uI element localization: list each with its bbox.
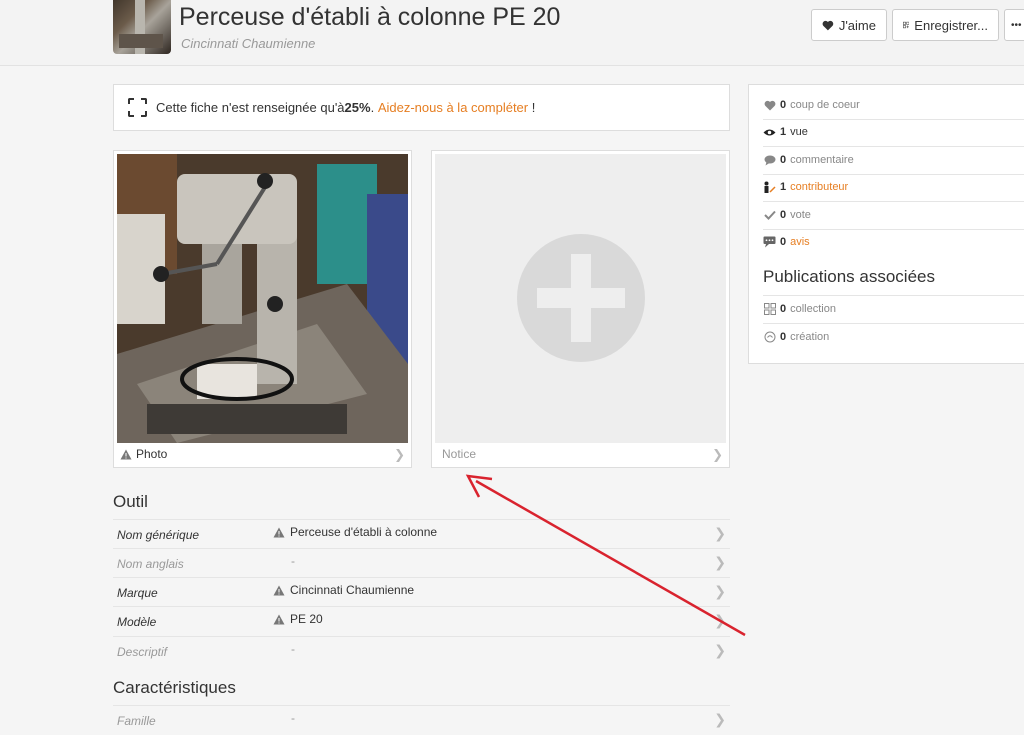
row-value-text: Cincinnati Chaumienne: [290, 583, 415, 597]
completion-banner: Cette fiche n'est renseignée qu'à 25% . …: [113, 84, 730, 131]
row-value-text: -: [291, 711, 295, 725]
notice-caption-label: Notice: [442, 447, 477, 461]
row-label: Modèle: [117, 615, 157, 629]
banner-percent: 25%: [344, 100, 371, 115]
row-label: Famille: [117, 714, 156, 728]
stat-count: 1: [780, 126, 787, 138]
warning-icon: [273, 527, 285, 537]
heart-icon: [763, 99, 776, 111]
incomplete-icon: [128, 98, 147, 117]
photo-caption[interactable]: Photo ❯: [120, 447, 405, 462]
stat-collection[interactable]: 0 collection: [763, 303, 836, 315]
photo-caption-label: Photo: [136, 447, 168, 461]
complete-link[interactable]: Aidez-nous à la compléter: [378, 100, 528, 115]
row-value-text: PE 20: [290, 612, 323, 626]
row-famille[interactable]: Famille - ❯: [113, 705, 730, 734]
more-button[interactable]: •••: [1004, 9, 1024, 41]
drill-press-image: [117, 154, 408, 443]
row-nom-anglais[interactable]: Nom anglais - ❯: [113, 548, 730, 577]
save-grid-icon: [903, 21, 910, 29]
row-value: PE 20: [273, 612, 323, 626]
add-notice-icon: [517, 234, 645, 362]
stat-count: 0: [780, 236, 787, 248]
heart-icon: [822, 20, 834, 30]
brand-subtitle[interactable]: Cincinnati Chaumienne: [181, 36, 315, 51]
banner-end: !: [528, 100, 536, 115]
warning-icon: [273, 614, 285, 624]
notice-caption[interactable]: Notice ❯: [442, 447, 723, 462]
stat-count: 0: [780, 99, 787, 111]
section-title-caracteristiques: Caractéristiques: [113, 678, 236, 697]
check-icon: [763, 209, 776, 221]
row-value-text: Perceuse d'établi à colonne: [290, 525, 438, 539]
chevron-right-icon[interactable]: ❯: [714, 711, 726, 728]
eye-icon: [763, 126, 776, 138]
stat-label: collection: [790, 303, 836, 315]
photo-card[interactable]: Photo ❯: [113, 150, 412, 468]
stat-vote[interactable]: 0 vote: [763, 209, 811, 221]
publications-title: Publications associées: [763, 267, 935, 286]
stat-label: vue: [790, 126, 808, 138]
review-icon: [763, 236, 776, 248]
page-title: Perceuse d'établi à colonne PE 20: [179, 3, 561, 31]
stat-label: création: [790, 331, 830, 343]
stat-count: 0: [780, 331, 787, 343]
stat-count: 0: [780, 209, 787, 221]
row-modele[interactable]: Modèle PE 20 ❯: [113, 606, 730, 635]
notice-placeholder[interactable]: [435, 154, 726, 443]
stat-label: avis: [790, 236, 810, 248]
chevron-right-icon[interactable]: ❯: [714, 612, 726, 629]
stat-avis[interactable]: 0 avis: [763, 236, 810, 248]
stat-commentaire[interactable]: 0 commentaire: [763, 154, 854, 166]
row-label: Nom générique: [117, 528, 200, 542]
stat-vue[interactable]: 1 vue: [763, 126, 808, 138]
stat-creation[interactable]: 0 création: [763, 331, 829, 343]
stat-label: commentaire: [790, 154, 854, 166]
chevron-right-icon[interactable]: ❯: [714, 525, 726, 542]
warning-icon: [120, 449, 132, 459]
row-label: Descriptif: [117, 645, 168, 659]
chevron-right-icon[interactable]: ❯: [714, 554, 726, 571]
row-value: Cincinnati Chaumienne: [273, 583, 414, 597]
chevron-right-icon[interactable]: ❯: [714, 583, 726, 600]
stat-coup-de-coeur[interactable]: 0 coup de coeur: [763, 99, 860, 111]
like-button-label: J'aime: [838, 17, 876, 33]
row-descriptif[interactable]: Descriptif - ❯: [113, 636, 730, 665]
chevron-right-icon: ❯: [712, 447, 723, 462]
comment-icon: [763, 154, 776, 166]
warning-icon: [273, 585, 285, 595]
product-thumbnail[interactable]: [113, 0, 171, 54]
stat-label: vote: [790, 209, 811, 221]
banner-text-after: .: [370, 100, 378, 115]
chevron-right-icon: ❯: [394, 447, 405, 462]
save-button-label: Enregistrer...: [914, 17, 988, 33]
stat-count: 1: [780, 181, 787, 193]
stat-label: contributeur: [790, 181, 849, 193]
section-title-outil: Outil: [113, 492, 148, 511]
stat-count: 0: [780, 303, 787, 315]
grid-icon: [763, 303, 776, 315]
row-value-text: -: [291, 642, 295, 656]
row-value-text: -: [291, 554, 295, 568]
contributor-icon: [763, 181, 776, 193]
row-nom-generique[interactable]: Nom générique Perceuse d'établi à colonn…: [113, 519, 730, 548]
row-value: Perceuse d'établi à colonne: [273, 525, 437, 539]
creation-icon: [763, 331, 776, 343]
product-photo[interactable]: [117, 154, 408, 443]
page-header: Perceuse d'établi à colonne PE 20 Cincin…: [0, 0, 1024, 66]
save-button[interactable]: Enregistrer...: [892, 9, 999, 41]
stat-label: coup de coeur: [790, 99, 860, 111]
row-label: Marque: [117, 586, 158, 600]
banner-text: Cette fiche n'est renseignée qu'à: [156, 100, 345, 115]
notice-card[interactable]: Notice ❯: [431, 150, 730, 468]
row-label: Nom anglais: [117, 557, 184, 571]
more-icon: •••: [1011, 19, 1022, 31]
stat-contributeur[interactable]: 1 contributeur: [763, 181, 848, 193]
like-button[interactable]: J'aime: [811, 9, 887, 41]
stats-panel: 0 coup de coeur 1 vue 0 commentaire 1 co…: [748, 84, 1024, 364]
row-marque[interactable]: Marque Cincinnati Chaumienne ❯: [113, 577, 730, 606]
chevron-right-icon[interactable]: ❯: [714, 642, 726, 659]
stat-count: 0: [780, 154, 787, 166]
